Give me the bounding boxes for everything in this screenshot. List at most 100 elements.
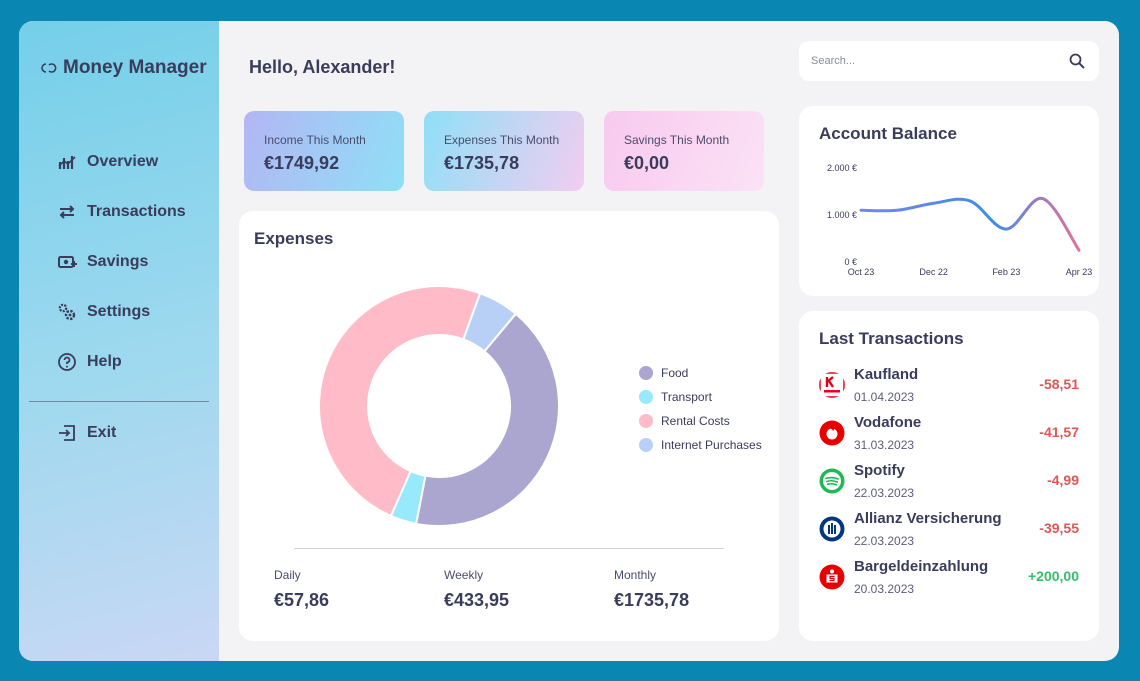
stat-value: €1749,92	[264, 153, 340, 173]
period-label: Weekly	[444, 568, 484, 582]
x-tick-label: Apr 23	[1066, 267, 1093, 277]
transactions-title: Last Transactions	[819, 329, 964, 348]
expenses-panel: Expenses Food Transport Rental Costs Intern…	[239, 211, 779, 641]
transaction-date: 22.03.2023	[854, 486, 915, 500]
stat-label: Savings This Month	[624, 133, 730, 147]
gear-icon	[58, 303, 76, 321]
expenses-card: Expenses This Month €1735,78	[424, 111, 584, 191]
transaction-row[interactable]: Kaufland 01.04.2023 -58,51	[819, 366, 1089, 410]
legend-item: Internet Purchases	[639, 433, 762, 457]
y-tick-label: 0 €	[844, 257, 857, 267]
legend-label: Rental Costs	[661, 414, 730, 428]
savings-card: Savings This Month €0,00	[604, 111, 764, 191]
expenses-title: Expenses	[254, 229, 334, 248]
period-weekly: Weekly €433,95	[444, 568, 509, 611]
sidebar-item-label: Help	[87, 353, 122, 370]
income-card: Income This Month €1749,92	[244, 111, 404, 191]
search-icon[interactable]	[1069, 53, 1085, 69]
y-tick-label: 1.000 €	[827, 210, 857, 220]
y-tick-label: 2.000 €	[827, 163, 857, 173]
sidebar-item-label: Settings	[87, 303, 151, 320]
transaction-date: 22.03.2023	[854, 534, 915, 548]
sidebar-item-help[interactable]: Help	[57, 352, 122, 372]
expenses-legend: Food Transport Rental Costs Internet Purcha…	[639, 361, 762, 457]
x-tick-label: Feb 23	[992, 267, 1020, 277]
chart-icon	[58, 156, 76, 169]
x-tick-label: Dec 22	[919, 267, 948, 277]
app-window: Money Manager Overview Transactions Savi…	[19, 21, 1119, 661]
stat-label: Income This Month	[264, 133, 366, 147]
savings-icon	[58, 256, 77, 268]
brand[interactable]: Money Manager	[41, 57, 207, 79]
sidebar-item-settings[interactable]: Settings	[57, 302, 150, 322]
legend-swatch	[639, 438, 653, 452]
sidebar-item-label: Savings	[87, 253, 149, 270]
search-box[interactable]	[799, 41, 1099, 81]
stat-label: Expenses This Month	[444, 133, 560, 147]
account-balance-panel: Account Balance 0 €1.000 €2.000 € Oct 23 D…	[799, 106, 1099, 296]
transaction-row[interactable]: Vodafone 31.03.2023 -41,57	[819, 414, 1089, 458]
allianz-logo-icon	[819, 516, 845, 542]
legend-item: Transport	[639, 385, 762, 409]
sidebar-item-label: Transactions	[87, 203, 186, 220]
expenses-divider	[294, 548, 724, 549]
help-icon	[58, 353, 76, 371]
transaction-name: Allianz Versicherung	[854, 510, 1002, 527]
legend-label: Transport	[661, 390, 712, 404]
transaction-name: Spotify	[854, 462, 905, 479]
transaction-date: 01.04.2023	[854, 390, 915, 404]
x-tick-label: Oct 23	[848, 267, 875, 277]
search-input[interactable]	[811, 51, 1051, 71]
transaction-amount: +200,00	[1028, 568, 1079, 584]
period-label: Monthly	[614, 568, 657, 582]
legend-swatch	[639, 366, 653, 380]
transaction-date: 20.03.2023	[854, 582, 915, 596]
brand-name: Money Manager	[63, 57, 207, 78]
period-daily: Daily €57,86	[274, 568, 329, 611]
sidebar-item-savings[interactable]: Savings	[57, 252, 148, 272]
transfer-icon	[59, 205, 75, 219]
legend-item: Rental Costs	[639, 409, 762, 433]
exit-icon	[59, 425, 75, 441]
expenses-donut-chart	[318, 285, 560, 527]
kaufland-logo-icon	[819, 372, 845, 398]
transaction-name: Kaufland	[854, 366, 919, 383]
stat-value: €1735,78	[444, 153, 520, 173]
last-transactions-panel: Last Transactions Kaufland 01.04.2023 -5…	[799, 311, 1099, 641]
transaction-name: Bargeldeinzahlung	[854, 558, 989, 575]
vodafone-logo-icon	[819, 420, 845, 446]
transaction-date: 31.03.2023	[854, 438, 915, 452]
period-monthly: Monthly €1735,78	[614, 568, 689, 611]
greeting-title: Hello, Alexander!	[249, 57, 396, 77]
infinity-logo-icon	[41, 63, 57, 73]
period-value: €1735,78	[614, 590, 690, 610]
transaction-row[interactable]: Bargeldeinzahlung 20.03.2023 +200,00	[819, 558, 1089, 602]
transaction-row[interactable]: Allianz Versicherung 22.03.2023 -39,55	[819, 510, 1089, 554]
transaction-row[interactable]: Spotify 22.03.2023 -4,99	[819, 462, 1089, 506]
sidebar-item-overview[interactable]: Overview	[57, 152, 158, 172]
legend-label: Internet Purchases	[661, 438, 762, 452]
sparkasse-logo-icon	[819, 564, 845, 590]
period-value: €433,95	[444, 590, 510, 610]
legend-swatch	[639, 390, 653, 404]
sidebar-item-transactions[interactable]: Transactions	[57, 202, 186, 222]
sidebar-item-exit[interactable]: Exit	[57, 423, 116, 443]
transaction-amount: -4,99	[1047, 472, 1079, 488]
account-balance-chart: 0 € 1.000 € 2.000 € Oct 23 Dec 22 Feb 23 Apr 2…	[827, 163, 1093, 277]
period-label: Daily	[274, 568, 301, 582]
sidebar-item-label: Overview	[87, 153, 159, 170]
legend-label: Food	[661, 366, 689, 380]
balance-series-line	[859, 197, 1081, 252]
spotify-logo-icon	[819, 468, 845, 494]
transaction-amount: -41,57	[1039, 424, 1079, 440]
sidebar: Money Manager Overview Transactions Savi…	[19, 21, 219, 661]
transaction-amount: -39,55	[1039, 520, 1079, 536]
transaction-name: Vodafone	[854, 414, 922, 431]
legend-swatch	[639, 414, 653, 428]
sidebar-divider	[29, 401, 209, 402]
transaction-amount: -58,51	[1039, 376, 1079, 392]
period-value: €57,86	[274, 590, 330, 610]
stat-value: €0,00	[624, 153, 670, 173]
sidebar-item-label: Exit	[87, 424, 117, 441]
legend-item: Food	[639, 361, 762, 385]
